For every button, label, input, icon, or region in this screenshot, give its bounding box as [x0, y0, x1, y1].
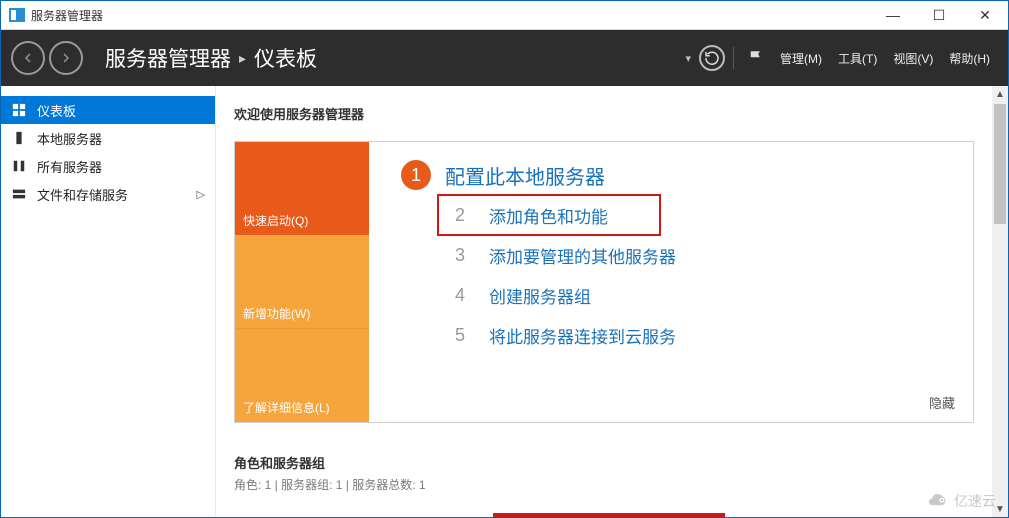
main-content: 欢迎使用服务器管理器 快速启动(Q) 新增功能(W) 了解详细信息(L) 1 配…	[216, 86, 1008, 517]
sidebar-item-file-storage[interactable]: 文件和存储服务 ▷	[1, 180, 215, 208]
sidebar-item-label: 本地服务器	[37, 129, 102, 148]
nav-back-button[interactable]	[11, 41, 45, 75]
chevron-right-icon: ▷	[197, 188, 205, 201]
app-header: 服务器管理器 ▸ 仪表板 ▾ 管理(M) 工具(T) 视图(V) 帮助(H)	[1, 30, 1008, 86]
task-add-roles[interactable]: 2 添加角色和功能	[445, 200, 945, 230]
titlebar: 服务器管理器 — ☐ ✕	[1, 1, 1008, 30]
dashboard-icon	[11, 102, 27, 118]
window-title: 服务器管理器	[31, 7, 870, 24]
tasks-area: 1 配置此本地服务器 2 添加角色和功能 3 添加要管理的其他服务器	[369, 142, 973, 422]
step-number: 5	[445, 320, 475, 350]
breadcrumb-app[interactable]: 服务器管理器	[105, 43, 231, 73]
tile-label: 快速启动(Q)	[243, 212, 308, 229]
tile-label: 新增功能(W)	[243, 305, 310, 322]
sidebar-item-label: 文件和存储服务	[37, 185, 128, 204]
sidebar: 仪表板 本地服务器 所有服务器 文件和存储服务 ▷	[1, 86, 216, 517]
tile-column: 快速启动(Q) 新增功能(W) 了解详细信息(L)	[235, 142, 369, 422]
server-icon	[11, 130, 27, 146]
maximize-button[interactable]: ☐	[916, 1, 962, 29]
notifications-flag-icon[interactable]	[742, 44, 770, 72]
step-number: 2	[445, 200, 475, 230]
breadcrumb: 服务器管理器 ▸ 仪表板	[105, 43, 317, 73]
task-label: 配置此本地服务器	[445, 161, 605, 190]
refresh-button[interactable]	[699, 45, 725, 71]
task-label: 将此服务器连接到云服务	[489, 323, 676, 348]
step-number: 3	[445, 240, 475, 270]
task-label: 添加要管理的其他服务器	[489, 243, 676, 268]
menu-tools[interactable]: 工具(T)	[830, 50, 885, 67]
tile-learn-more[interactable]: 了解详细信息(L)	[235, 328, 369, 422]
breadcrumb-page[interactable]: 仪表板	[254, 43, 317, 73]
task-label: 创建服务器组	[489, 283, 591, 308]
minimize-button[interactable]: —	[870, 1, 916, 29]
chevron-right-icon: ▸	[239, 50, 246, 67]
watermark-text: 亿速云	[954, 491, 996, 511]
tile-label: 了解详细信息(L)	[243, 399, 330, 416]
task-configure-server[interactable]: 1 配置此本地服务器	[401, 160, 945, 190]
step-number: 4	[445, 280, 475, 310]
sidebar-item-label: 所有服务器	[37, 157, 102, 176]
roles-subheading: 角色: 1 | 服务器组: 1 | 服务器总数: 1	[234, 476, 974, 493]
scroll-up-arrow[interactable]: ▲	[992, 86, 1008, 102]
vertical-scrollbar[interactable]: ▲ ▼	[992, 86, 1008, 517]
welcome-panel: 快速启动(Q) 新增功能(W) 了解详细信息(L) 1 配置此本地服务器 2 添…	[234, 141, 974, 423]
welcome-heading: 欢迎使用服务器管理器	[234, 104, 974, 123]
task-create-group[interactable]: 4 创建服务器组	[445, 280, 945, 310]
sidebar-item-label: 仪表板	[37, 101, 76, 120]
storage-icon	[11, 186, 27, 202]
servers-icon	[11, 158, 27, 174]
sidebar-item-all-servers[interactable]: 所有服务器	[1, 152, 215, 180]
sidebar-item-dashboard[interactable]: 仪表板	[1, 96, 215, 124]
menu-manage[interactable]: 管理(M)	[772, 50, 830, 67]
watermark: 亿速云	[924, 491, 996, 511]
scroll-thumb[interactable]	[994, 104, 1006, 224]
task-label: 添加角色和功能	[489, 203, 608, 228]
separator	[733, 47, 734, 69]
nav-forward-button[interactable]	[49, 41, 83, 75]
highlight-bar	[493, 513, 725, 517]
task-add-servers[interactable]: 3 添加要管理的其他服务器	[445, 240, 945, 270]
close-button[interactable]: ✕	[962, 1, 1008, 29]
roles-heading: 角色和服务器组	[234, 453, 974, 472]
breadcrumb-dropdown-icon[interactable]: ▾	[685, 52, 691, 65]
tile-quick-start[interactable]: 快速启动(Q)	[235, 142, 369, 235]
menu-help[interactable]: 帮助(H)	[941, 50, 998, 67]
step-number: 1	[401, 160, 431, 190]
tile-whats-new[interactable]: 新增功能(W)	[235, 235, 369, 328]
menu-view[interactable]: 视图(V)	[885, 50, 941, 67]
app-icon	[9, 8, 25, 22]
sidebar-item-local-server[interactable]: 本地服务器	[1, 124, 215, 152]
task-cloud-connect[interactable]: 5 将此服务器连接到云服务	[445, 320, 945, 350]
hide-link[interactable]: 隐藏	[929, 393, 955, 412]
